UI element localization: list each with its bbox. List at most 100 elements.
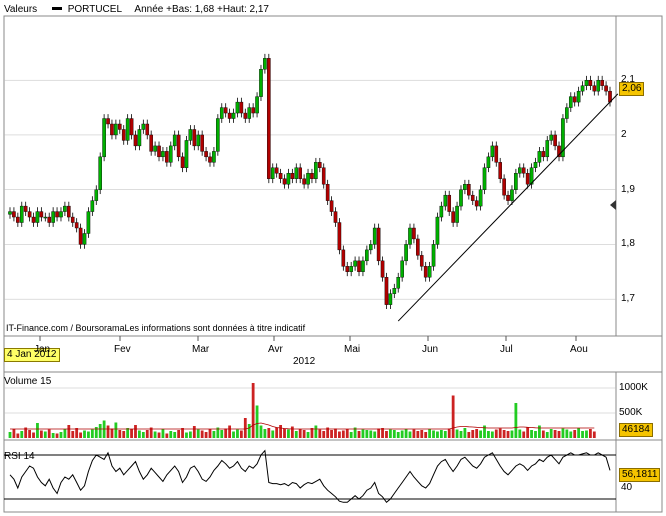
volume-bar: [224, 428, 228, 438]
volume-bar: [514, 403, 518, 438]
price-axis-frame: [615, 15, 663, 337]
candle-body: [412, 227, 416, 240]
volume-bar: [412, 429, 416, 438]
candle-body: [196, 134, 201, 147]
candle-body: [259, 69, 263, 97]
candle-body: [549, 134, 553, 141]
volume-bar: [565, 429, 569, 438]
volume-bar: [255, 405, 259, 438]
month-label: Avr: [268, 344, 283, 355]
candle-body: [94, 189, 99, 201]
candle-body: [572, 96, 577, 103]
candle-body: [16, 216, 20, 223]
candle-body: [537, 151, 542, 163]
candle-body: [361, 260, 365, 272]
candle-body: [23, 205, 28, 212]
price-panel-frame: [3, 15, 617, 337]
candle-body: [188, 129, 193, 141]
candle-body: [372, 227, 377, 245]
volume-bar: [106, 425, 110, 438]
volume-bar: [455, 429, 459, 438]
volume-bar: [479, 430, 482, 438]
candle-body: [184, 140, 189, 168]
volume-bar: [428, 429, 432, 438]
volume-bar: [298, 429, 302, 438]
volume-bar: [451, 395, 455, 438]
volume-bar: [467, 432, 471, 438]
time-axis-frame: [3, 335, 663, 373]
volume-bar: [498, 428, 502, 438]
candle-body: [404, 244, 408, 262]
volume-bar: [341, 430, 345, 438]
volume-bar: [569, 431, 573, 438]
volume-bar: [365, 430, 369, 438]
price-tick-label: 1,9: [621, 183, 635, 195]
volume-bar: [263, 429, 267, 438]
candle-body: [153, 145, 157, 152]
volume-bar: [357, 431, 361, 438]
volume-bar: [592, 431, 596, 438]
volume-bar: [416, 431, 420, 438]
volume-bar: [302, 430, 306, 438]
candle-body: [349, 266, 353, 272]
candle-body: [302, 178, 306, 185]
rsi-title: RSI 14: [4, 451, 35, 462]
volume-bar: [55, 433, 59, 438]
volume-bar: [259, 425, 263, 438]
volume-bar: [459, 431, 463, 438]
volume-bar: [377, 428, 381, 438]
volume-bar: [267, 428, 271, 438]
chart-canvas: [3, 15, 663, 513]
candle-body: [596, 80, 601, 92]
volume-bar: [90, 429, 94, 438]
candle-body: [78, 227, 83, 245]
volume-bar: [28, 430, 32, 438]
candle-body: [392, 288, 397, 294]
volume-bar: [110, 428, 114, 438]
volume-title: Volume 15: [4, 376, 52, 387]
volume-bar: [271, 430, 275, 438]
volume-bar: [322, 431, 326, 438]
candle-body: [396, 277, 401, 289]
candle-body: [133, 134, 138, 147]
volume-bar: [12, 429, 16, 438]
volume-bar: [549, 429, 553, 438]
volume-bar: [204, 432, 208, 438]
volume-bar: [436, 431, 439, 438]
volume-bar: [392, 430, 396, 438]
volume-bar: [279, 425, 282, 438]
scroll-marker-icon[interactable]: [610, 200, 616, 210]
volume-bar: [220, 430, 224, 438]
candle-body: [251, 107, 255, 114]
volume-bar: [557, 431, 561, 438]
candle-body: [176, 134, 181, 158]
volume-bar: [126, 428, 130, 438]
candle-body: [600, 80, 604, 86]
volume-bar: [228, 425, 232, 438]
candle-body: [408, 227, 412, 245]
candle-body: [106, 118, 110, 125]
volume-bar: [475, 429, 479, 438]
month-label: Jun: [422, 344, 439, 355]
volume-bar: [577, 428, 581, 438]
candle-body: [19, 205, 24, 223]
date-tag: 4 Jan 2012: [4, 348, 60, 362]
month-label: Mar: [192, 344, 210, 355]
candle-body: [388, 293, 393, 305]
volume-bar: [334, 428, 337, 438]
volume-bar: [487, 431, 490, 438]
candle-body: [282, 178, 287, 185]
candle-body: [51, 211, 55, 223]
candle-body: [59, 211, 63, 218]
candle-body: [8, 211, 12, 215]
candle-body: [365, 249, 369, 262]
volume-bar: [463, 428, 467, 438]
candle-body: [298, 167, 302, 179]
rsi-tick-label: 40: [621, 482, 633, 493]
candle-body: [157, 145, 161, 158]
candle-body: [318, 162, 322, 168]
volume-last-tag: 46184: [619, 423, 653, 437]
candle-body: [239, 101, 244, 114]
volume-bar: [522, 431, 526, 438]
candle-body: [90, 200, 95, 212]
